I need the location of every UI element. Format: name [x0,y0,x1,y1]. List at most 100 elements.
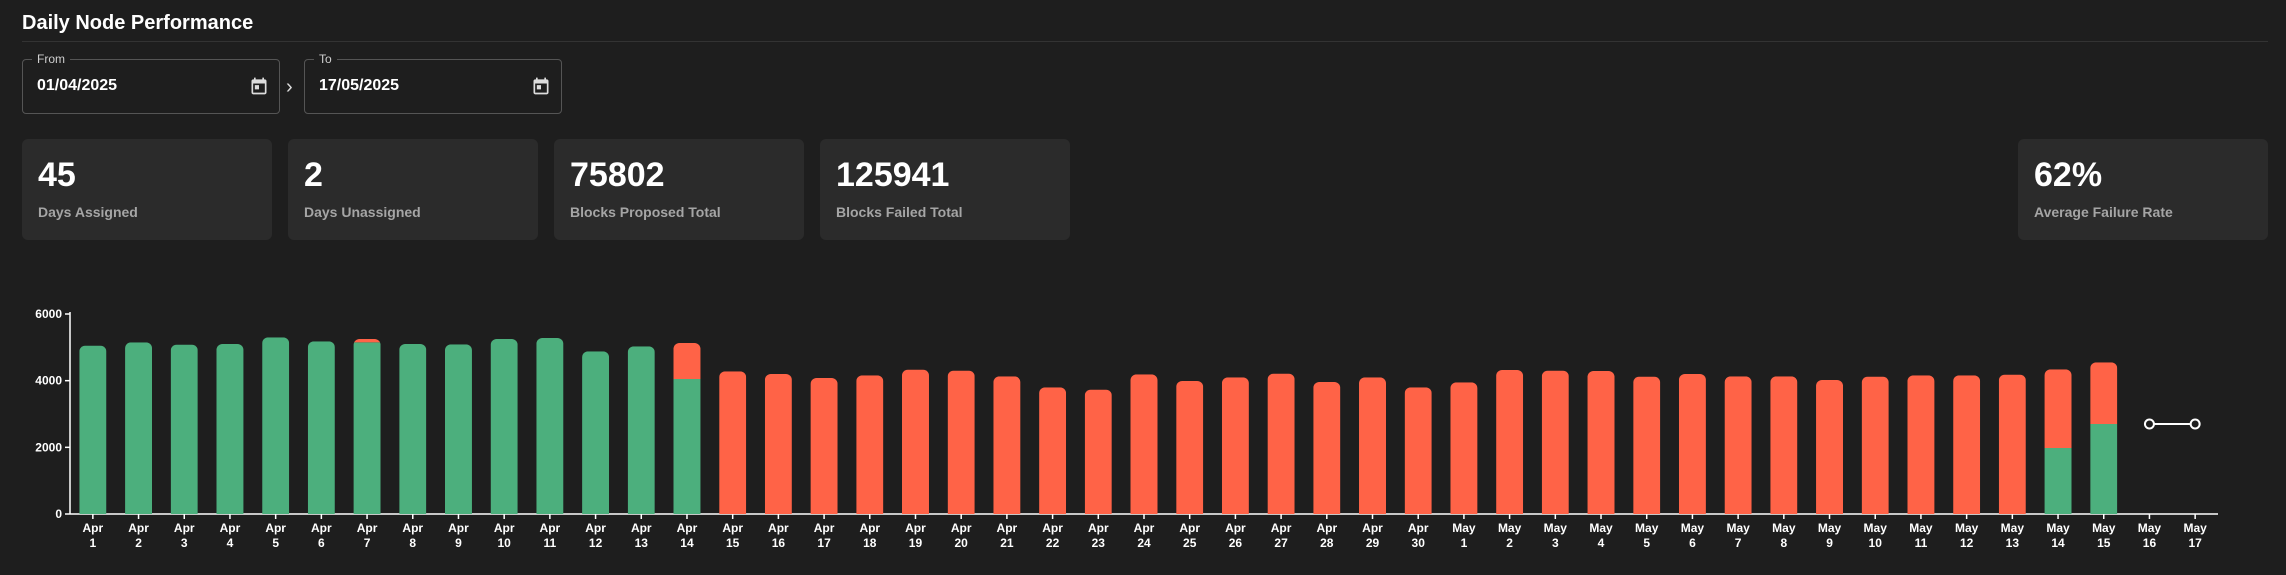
x-tick-label-day: 3 [181,536,188,550]
x-tick-label-month: Apr [1088,521,1109,535]
x-tick-label-day: 17 [2188,536,2202,550]
stat-value: 62% [2034,156,2103,194]
x-tick-label-day: 15 [726,536,740,550]
y-tick-label: 6000 [35,307,62,321]
bar-failed [1039,387,1067,514]
x-tick-label-day: 14 [680,536,694,550]
x-tick-label-month: Apr [859,521,880,535]
stat-value: 2 [304,156,323,194]
x-tick-label-month: Apr [722,521,743,535]
x-tick-label-day: 22 [1046,536,1060,550]
bar-failed [1998,374,2026,514]
x-tick-label-day: 7 [1735,536,1742,550]
bar-failed [2090,362,2118,424]
bar-failed [1496,370,1524,514]
x-tick-label-day: 12 [1960,536,1974,550]
title-divider [22,41,2268,42]
x-tick-label-day: 13 [635,536,649,550]
to-date-field[interactable]: To 17/05/2025 [304,52,562,114]
stat-card-days-assigned: 45 Days Assigned [22,139,272,240]
bar-proposed [399,344,427,514]
date-range-separator: › [286,76,293,98]
x-tick-label-day: 1 [90,536,97,550]
bar-proposed [2044,448,2072,514]
bar-failed [673,343,701,379]
x-tick-label-month: Apr [1408,521,1429,535]
x-tick-label-day: 8 [1780,536,1787,550]
x-tick-label-day: 13 [2006,536,2020,550]
x-tick-label-month: May [1681,521,1705,535]
bar-failed [353,339,381,343]
bar-failed [1541,370,1569,514]
calendar-icon[interactable] [531,76,551,96]
bar-proposed [353,342,381,514]
x-tick-label-day: 30 [1412,536,1426,550]
to-date-value[interactable]: 17/05/2025 [319,77,399,95]
bar-failed [1678,374,1706,514]
bar-failed [810,378,838,514]
x-tick-label-month: May [1726,521,1750,535]
bar-failed [2044,369,2072,448]
y-tick-label: 0 [55,507,62,521]
calendar-icon[interactable] [249,76,269,96]
x-tick-label-day: 1 [1461,536,1468,550]
x-tick-label-month: Apr [997,521,1018,535]
x-tick-label-day: 4 [1598,536,1605,550]
x-tick-label-month: Apr [448,521,469,535]
x-tick-label-day: 7 [364,536,371,550]
x-tick-label-month: May [2046,521,2070,535]
x-tick-label-day: 26 [1229,536,1243,550]
bar-failed [1953,375,1981,514]
from-date-label: From [32,52,70,66]
x-tick-label-month: Apr [265,521,286,535]
from-date-value[interactable]: 01/04/2025 [37,77,117,95]
x-tick-label-month: Apr [83,521,104,535]
x-tick-label-day: 16 [772,536,786,550]
x-tick-label-month: Apr [905,521,926,535]
x-tick-label-day: 20 [955,536,969,550]
bar-proposed [536,338,564,514]
x-tick-label-month: Apr [585,521,606,535]
x-tick-label-month: May [1498,521,1522,535]
bar-proposed [170,344,198,514]
x-tick-label-month: Apr [540,521,561,535]
x-tick-label-month: Apr [768,521,789,535]
x-tick-label-month: May [1452,521,1476,535]
bar-proposed [673,379,701,514]
x-tick-label-month: Apr [494,521,515,535]
y-tick-label: 4000 [35,374,62,388]
bar-proposed [125,342,153,514]
x-tick-label-day: 3 [1552,536,1559,550]
from-date-field[interactable]: From 01/04/2025 [22,52,280,114]
x-tick-label-day: 11 [1915,536,1928,550]
bar-failed [719,371,747,514]
x-tick-label-day: 12 [589,536,603,550]
bar-failed [1359,377,1387,514]
bar-proposed [582,351,610,514]
x-tick-label-day: 2 [135,536,142,550]
bar-failed [1450,382,1478,514]
x-tick-label-month: May [1589,521,1613,535]
stat-card-failure-rate: 62% Average Failure Rate [2018,139,2268,240]
x-tick-label-month: Apr [357,521,378,535]
x-tick-label-day: 27 [1274,536,1288,550]
stat-label: Average Failure Rate [2034,204,2173,220]
stat-label: Blocks Proposed Total [570,204,721,220]
x-tick-label-month: Apr [1316,521,1337,535]
x-tick-label-month: Apr [1362,521,1383,535]
x-tick-label-month: May [2183,521,2207,535]
x-tick-label-month: Apr [220,521,241,535]
bar-failed [1176,381,1204,514]
bar-failed [1633,376,1661,514]
bar-failed [1084,389,1112,514]
x-tick-label-month: May [2092,521,2116,535]
to-date-label: To [314,52,337,66]
stat-card-blocks-failed: 125941 Blocks Failed Total [820,139,1070,240]
x-tick-label-day: 25 [1183,536,1197,550]
x-tick-label-day: 5 [1643,536,1650,550]
x-tick-label-day: 14 [2051,536,2065,550]
x-tick-label-month: Apr [402,521,423,535]
x-tick-label-day: 17 [817,536,831,550]
x-tick-label-month: May [1544,521,1568,535]
bar-failed [1816,380,1844,514]
